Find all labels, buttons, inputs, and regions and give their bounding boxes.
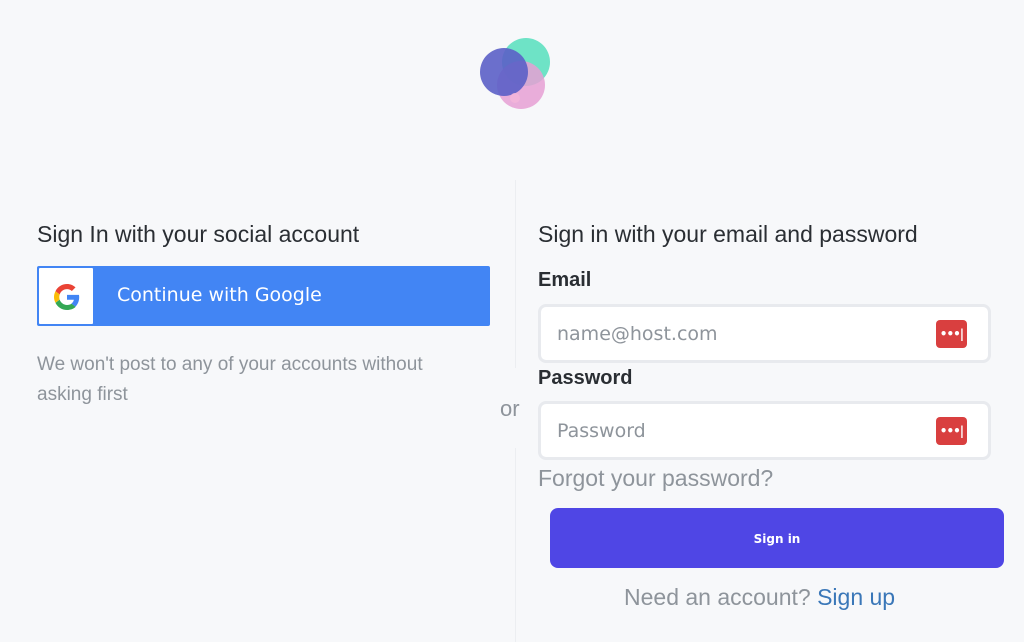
privacy-note: We won't post to any of your accounts wi… <box>37 354 423 405</box>
password-field-wrapper: •••| <box>538 401 991 460</box>
google-icon-container <box>39 268 93 324</box>
continue-with-google-button[interactable]: Continue with Google <box>37 266 490 326</box>
or-separator: or <box>500 396 520 421</box>
google-button-label: Continue with Google <box>117 284 322 306</box>
password-input[interactable] <box>557 404 927 457</box>
signup-row: Need an account? Sign up <box>624 584 895 611</box>
sign-up-link[interactable]: Sign up <box>817 584 895 610</box>
divider-line-bottom <box>515 448 516 642</box>
email-label: Email <box>538 269 592 291</box>
credentials-heading: Sign in with your email and password <box>538 221 918 247</box>
password-manager-icon[interactable]: •••| <box>936 320 967 348</box>
email-input[interactable] <box>557 307 927 360</box>
google-g-icon <box>54 284 80 310</box>
signup-prompt: Need an account? <box>624 584 811 610</box>
forgot-password-link[interactable]: Forgot your password? <box>538 465 773 492</box>
password-manager-icon[interactable]: •••| <box>936 417 967 445</box>
email-field-wrapper: •••| <box>538 304 991 363</box>
sign-in-page: or Sign In with your social account Cont… <box>0 0 1024 642</box>
password-label: Password <box>538 367 633 389</box>
app-logo-icon <box>480 38 550 109</box>
social-login-heading: Sign In with your social account <box>37 221 360 247</box>
sign-in-button[interactable]: Sign in <box>550 508 1004 568</box>
divider-line-top <box>515 180 516 368</box>
